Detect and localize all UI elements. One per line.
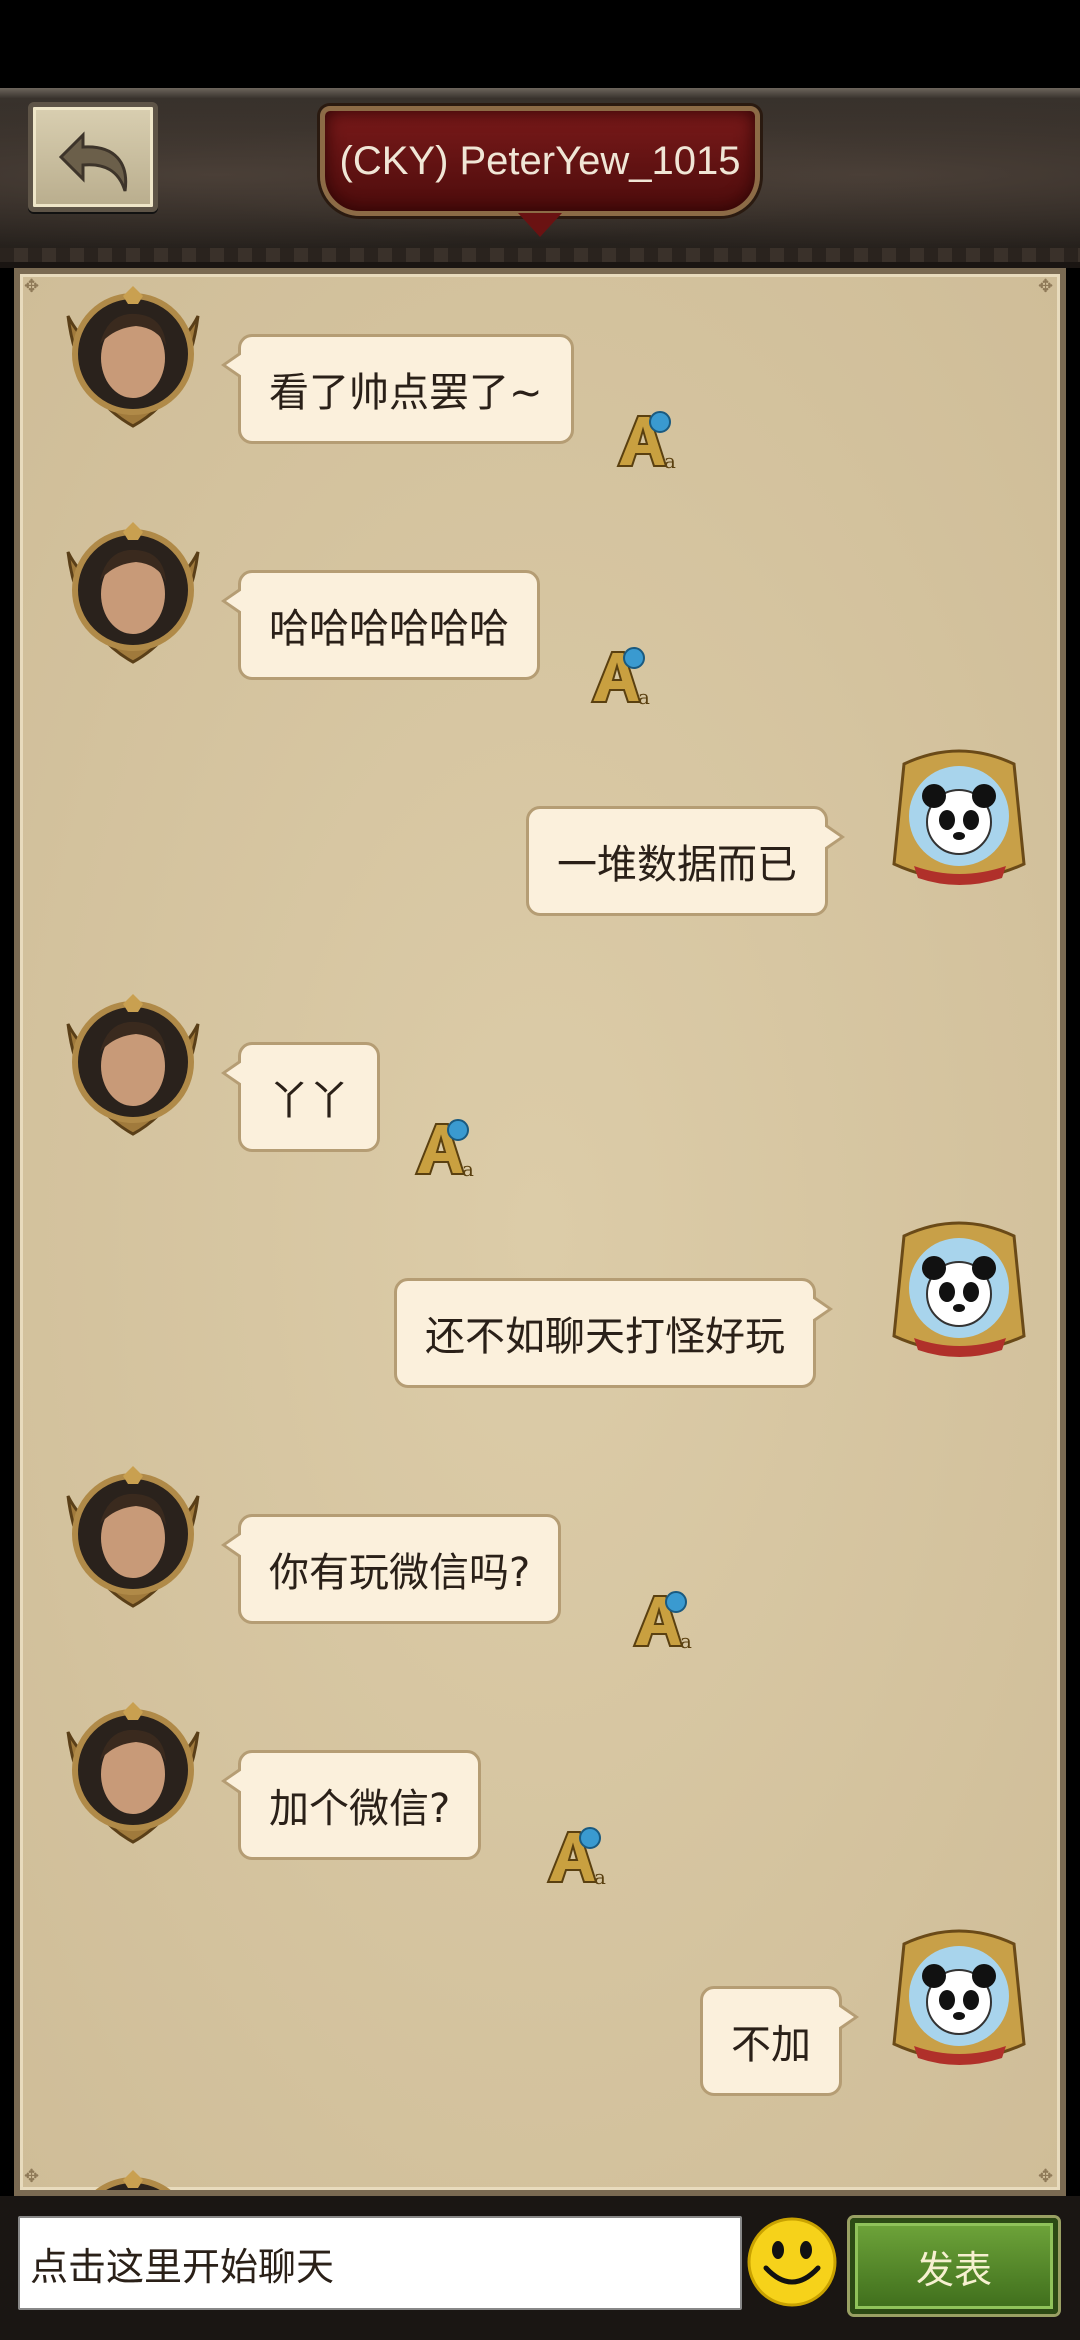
man-avatar-icon[interactable] [58, 1702, 208, 1852]
corner-ornament: ✥ [24, 2166, 40, 2187]
svg-text:a: a [462, 1157, 474, 1181]
message-text: 还不如聊天打怪好玩 [425, 1314, 785, 1360]
font-aa-icon[interactable]: a [540, 1820, 610, 1890]
page-title: (CKY) PeterYew_1015 [339, 138, 741, 183]
message-bubble: 还不如聊天打怪好玩 [394, 1278, 833, 1388]
message-bubble: 不加 [700, 1986, 859, 2096]
corner-ornament: ✥ [1038, 276, 1054, 297]
font-aa-icon[interactable]: a [610, 404, 680, 474]
man-avatar-icon[interactable] [58, 2170, 208, 2196]
smiley-icon[interactable] [746, 2216, 838, 2308]
chat-panel[interactable]: ✥ ✥ ✥ ✥ 看了帅点罢了~ a 哈哈哈哈哈哈 a 一堆数据而已 丫丫 a 还… [14, 268, 1066, 2196]
corner-ornament: ✥ [1038, 2166, 1054, 2187]
panda-avatar-icon[interactable] [884, 1216, 1034, 1366]
svg-text:a: a [664, 449, 676, 473]
font-aa-icon[interactable]: a [408, 1112, 478, 1182]
font-aa-icon[interactable]: a [584, 640, 654, 710]
message-bubble: 哈哈哈哈哈哈 [221, 570, 540, 680]
man-avatar-icon[interactable] [58, 1466, 208, 1616]
svg-text:a: a [594, 1865, 606, 1889]
send-button[interactable]: 发表 [850, 2218, 1058, 2314]
back-button[interactable] [28, 102, 158, 212]
back-arrow-icon [58, 131, 128, 192]
message-text: 不加 [731, 2022, 811, 2068]
message-bubble: 你有玩微信吗? [220, 1514, 562, 1624]
man-avatar-icon[interactable] [58, 994, 208, 1144]
man-avatar-icon[interactable] [58, 522, 208, 672]
chat-input[interactable]: 点击这里开始聊天 [18, 2216, 742, 2310]
panda-avatar-icon[interactable] [884, 744, 1034, 894]
svg-text:a: a [680, 1629, 692, 1653]
send-button-label: 发表 [915, 2247, 992, 2292]
message-text: 你有玩微信吗? [269, 1550, 531, 1596]
chat-input-placeholder: 点击这里开始聊天 [30, 2244, 335, 2289]
panda-avatar-icon[interactable] [884, 1924, 1034, 2074]
message-text: 哈哈哈哈哈哈 [269, 606, 509, 652]
message-bubble: 一堆数据而已 [526, 806, 845, 916]
man-avatar-icon[interactable] [58, 286, 208, 436]
message-bubble: 看了帅点罢了~ [221, 334, 574, 444]
svg-text:a: a [638, 685, 650, 709]
chat-input-bar: 点击这里开始聊天 发表 [0, 2196, 1080, 2340]
message-text: 看了帅点罢了~ [269, 370, 543, 416]
title-plate: (CKY) PeterYew_1015 [320, 106, 760, 237]
font-aa-icon[interactable]: a [626, 1584, 696, 1654]
message-text: 丫丫 [269, 1078, 349, 1124]
corner-ornament: ✥ [24, 276, 40, 297]
status-bar [0, 0, 1080, 88]
message-text: 一堆数据而已 [557, 842, 797, 888]
message-text: 加个微信? [269, 1786, 451, 1832]
header: (CKY) PeterYew_1015 [0, 88, 1080, 268]
message-bubble: 丫丫 [221, 1042, 380, 1152]
message-bubble: 加个微信? [220, 1750, 482, 1860]
